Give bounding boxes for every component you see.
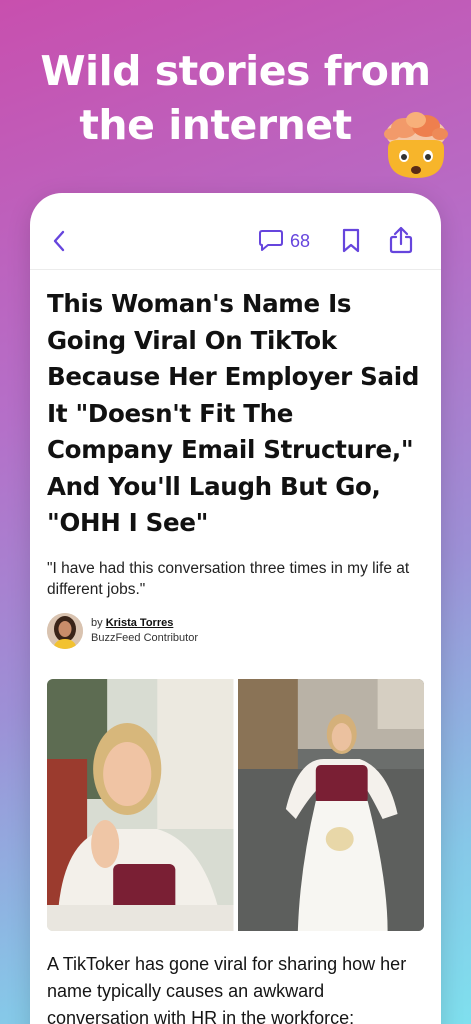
article-toolbar: 68 [30, 193, 441, 270]
hero-title-line-2: the internet [79, 101, 352, 149]
comment-count: 68 [290, 230, 311, 251]
byline-prefix: by [91, 616, 106, 629]
hero-title-line-1: Wild stories from [40, 47, 431, 95]
bookmark-icon[interactable] [340, 228, 362, 254]
photo-left [47, 678, 234, 931]
author-avatar[interactable] [47, 612, 83, 649]
article-dek: "I have had this conversation three time… [47, 559, 410, 598]
comments-button[interactable]: 68 [258, 229, 310, 253]
exploding-head-emoji-icon [384, 112, 448, 178]
article-headline: This Woman's Name Is Going Viral On TikT… [47, 289, 420, 537]
photo-right [237, 678, 424, 931]
author-role: BuzzFeed Contributor [91, 631, 198, 644]
chevron-left-icon[interactable] [48, 229, 72, 253]
article-card: 68 This Woman's Name Is Going Viral On T… [30, 193, 441, 1024]
author-name[interactable]: Krista Torres [106, 617, 174, 629]
byline-text: by Krista Torres BuzzFeed Contributor [91, 616, 198, 646]
article-content: This Woman's Name Is Going Viral On TikT… [30, 270, 441, 1024]
article-body-paragraph: A TikToker has gone viral for sharing ho… [47, 953, 407, 1024]
speech-bubble-icon [259, 230, 283, 251]
share-icon[interactable] [388, 226, 414, 254]
article-photo[interactable] [47, 678, 424, 931]
byline: by Krista Torres BuzzFeed Contributor [47, 612, 424, 649]
